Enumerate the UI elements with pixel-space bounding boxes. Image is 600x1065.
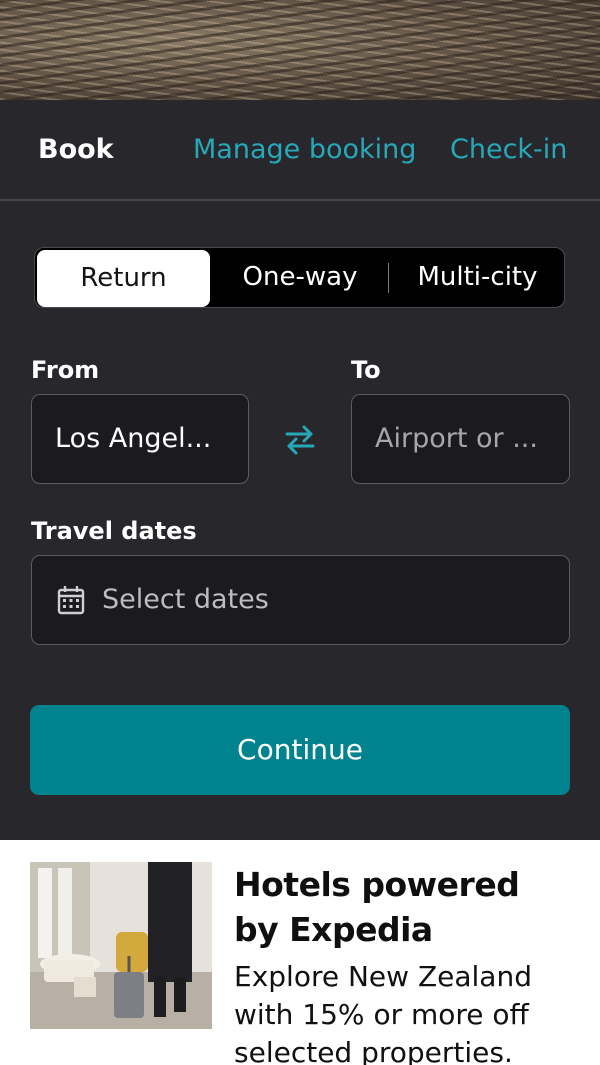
tab-check-in[interactable]: Check-in (450, 133, 567, 167)
swap-arrows-icon[interactable] (282, 422, 318, 458)
calendar-icon (57, 586, 85, 615)
promo-card[interactable]: Hotels powered by Expedia Explore New Ze… (0, 840, 600, 1065)
to-airport-field[interactable]: Airport or ... (351, 394, 570, 484)
trip-type-multi-city[interactable]: Multi-city (395, 248, 560, 307)
continue-button[interactable]: Continue (30, 705, 570, 795)
segment-divider (388, 263, 389, 293)
trip-type-selector: Return One-way Multi-city (34, 247, 565, 308)
promo-description: Explore New Zealand with 15% or more off… (234, 960, 532, 1065)
booking-panel: Book Manage booking Check-in Return One-… (0, 100, 600, 840)
from-airport-field[interactable]: Los Angel... (31, 394, 249, 484)
hotel-lobby-image[interactable] (30, 862, 212, 1029)
travel-dates-field[interactable]: Select dates (31, 555, 570, 645)
from-label: From (31, 356, 100, 384)
tab-manage-booking[interactable]: Manage booking (193, 133, 416, 167)
hero-image (0, 0, 600, 100)
promo-title: Hotels powered by Expedia (234, 865, 520, 949)
trip-type-return[interactable]: Return (37, 250, 210, 307)
trip-type-one-way[interactable]: One-way (220, 248, 380, 307)
tab-book[interactable]: Book (38, 133, 114, 167)
booking-nav-tabs: Book Manage booking Check-in (0, 100, 600, 201)
travel-dates-label: Travel dates (31, 517, 197, 545)
to-label: To (351, 356, 381, 384)
